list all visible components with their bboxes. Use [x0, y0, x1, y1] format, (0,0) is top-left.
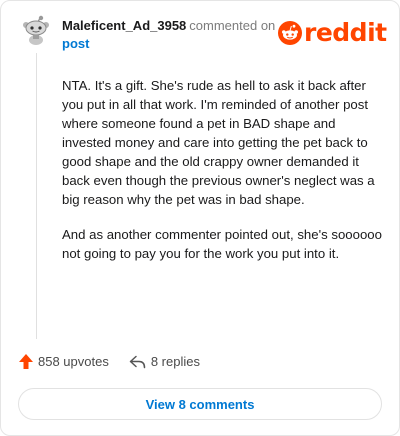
- commented-on-label: commented on: [189, 18, 276, 33]
- comment-actions: 858 upvotes 8 replies: [19, 354, 200, 369]
- view-comments-button[interactable]: View 8 comments: [18, 388, 382, 420]
- reply-button[interactable]: 8 replies: [129, 354, 200, 369]
- reddit-wordmark: reddit: [304, 18, 387, 47]
- snoo-avatar-icon[interactable]: [21, 15, 51, 45]
- comment-body: NTA. It's a gift. She's rude as hell to …: [62, 76, 382, 279]
- reddit-snoo-icon: [278, 21, 302, 45]
- upvote-arrow-icon: [19, 354, 33, 369]
- comment-header: Maleficent_Ad_3958 commented on post: [62, 17, 292, 53]
- embedded-comment-card: Maleficent_Ad_3958 commented on post redd…: [0, 0, 400, 436]
- upvote-button[interactable]: 858 upvotes: [19, 354, 109, 369]
- post-link[interactable]: post: [62, 35, 292, 53]
- reply-count: 8 replies: [150, 354, 200, 369]
- thread-line: [36, 53, 37, 339]
- comment-paragraph: And as another commenter pointed out, sh…: [62, 227, 382, 261]
- username-link[interactable]: Maleficent_Ad_3958: [62, 18, 186, 33]
- reply-arrow-icon: [129, 355, 146, 368]
- upvote-count: 858 upvotes: [38, 354, 109, 369]
- reddit-logo[interactable]: reddit: [278, 19, 387, 47]
- comment-paragraph: NTA. It's a gift. She's rude as hell to …: [62, 78, 375, 207]
